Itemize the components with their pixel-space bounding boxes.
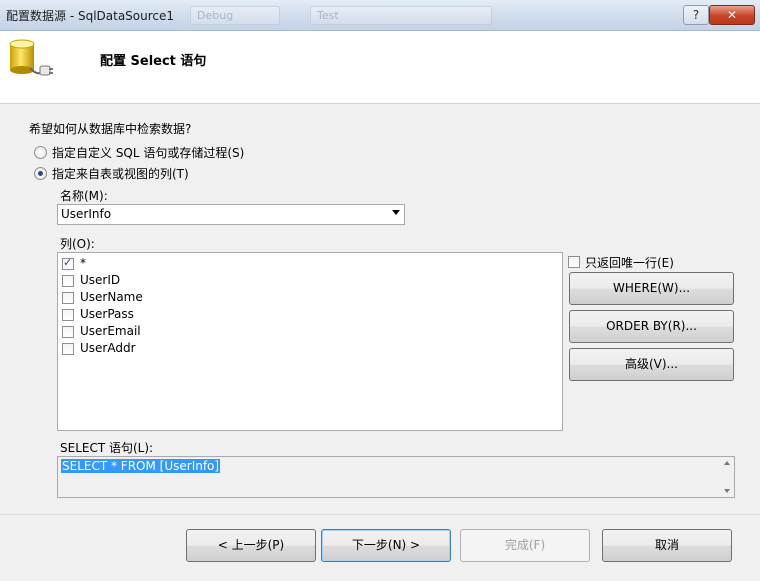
column-checkbox[interactable] <box>62 275 74 287</box>
previous-button[interactable]: < 上一步(P) <box>186 529 316 562</box>
help-button[interactable]: ? <box>683 5 709 25</box>
scroll-down-icon[interactable] <box>724 489 730 493</box>
radio-button[interactable] <box>34 146 47 159</box>
next-button[interactable]: 下一步(N) > <box>321 529 451 562</box>
order-by-button[interactable]: ORDER BY(R)... <box>569 310 734 343</box>
scroll-up-icon[interactable] <box>724 461 730 465</box>
select-statement-label: SELECT 语句(L): <box>60 441 154 455</box>
columns-label: 列(O): <box>60 237 95 251</box>
finish-button-label: 完成(F) <box>504 538 546 552</box>
unique-rows-option[interactable]: 只返回唯一行(E) <box>568 254 688 270</box>
radio-table-columns-label: 指定来自表或视图的列(T) <box>52 167 189 181</box>
table-name-dropdown[interactable]: UserInfo <box>57 204 405 225</box>
columns-list[interactable]: * UserID UserName UserPass UserEmail Use… <box>57 252 563 431</box>
retrieval-question: 希望如何从数据库中检索数据? <box>29 122 192 136</box>
name-label: 名称(M): <box>60 189 108 203</box>
cancel-button[interactable]: 取消 <box>602 529 732 562</box>
radio-table-columns[interactable]: 指定来自表或视图的列(T) <box>34 165 254 181</box>
behind-toolbar-icons <box>500 6 670 23</box>
database-icon <box>9 39 53 76</box>
close-button[interactable]: ✕ <box>709 5 755 25</box>
column-name: UserPass <box>80 307 134 321</box>
unique-rows-checkbox[interactable] <box>568 256 580 268</box>
wizard-footer: < 上一步(P) 下一步(N) > 完成(F) 取消 <box>0 514 760 581</box>
select-statement-textbox[interactable]: SELECT * FROM [UserInfo] <box>57 456 735 498</box>
radio-custom-sql-label: 指定自定义 SQL 语句或存储过程(S) <box>52 146 245 160</box>
wizard-body: 希望如何从数据库中检索数据? 指定自定义 SQL 语句或存储过程(S) 指定来自… <box>0 104 760 514</box>
column-name: UserAddr <box>80 341 136 355</box>
help-icon: ? <box>692 8 700 22</box>
close-icon: ✕ <box>726 8 738 22</box>
wizard-header: 配置 Select 语句 <box>0 31 760 104</box>
radio-custom-sql[interactable]: 指定自定义 SQL 语句或存储过程(S) <box>34 144 294 160</box>
where-button-label: WHERE(W)... <box>612 281 691 295</box>
advanced-button-label: 高级(V)... <box>624 357 679 371</box>
column-name: * <box>80 256 86 270</box>
behind-toolbar-combo: Debug <box>190 6 280 25</box>
next-button-label: 下一步(N) > <box>351 538 421 552</box>
unique-rows-label: 只返回唯一行(E) <box>585 256 674 270</box>
cancel-button-label: 取消 <box>654 538 679 552</box>
page-title: 配置 Select 语句 <box>100 54 207 69</box>
column-checkbox[interactable] <box>62 326 74 338</box>
chevron-down-icon <box>392 210 400 215</box>
behind-toolbar-text: Debug <box>197 9 234 22</box>
column-checkbox[interactable] <box>62 292 74 304</box>
select-statement-text: SELECT * FROM [UserInfo] <box>61 459 221 473</box>
where-button[interactable]: WHERE(W)... <box>569 272 734 305</box>
column-name: UserEmail <box>80 324 141 338</box>
window-title: 配置数据源 - SqlDataSource1 <box>6 9 175 23</box>
previous-button-label: < 上一步(P) <box>217 538 285 552</box>
column-checkbox[interactable] <box>62 309 74 321</box>
column-checkbox[interactable] <box>62 343 74 355</box>
column-name: UserName <box>80 290 143 304</box>
table-name-value: UserInfo <box>61 207 112 221</box>
column-name: UserID <box>80 273 121 287</box>
finish-button[interactable]: 完成(F) <box>460 529 590 562</box>
column-checkbox[interactable] <box>62 256 74 270</box>
advanced-button[interactable]: 高级(V)... <box>569 348 734 381</box>
order-by-button-label: ORDER BY(R)... <box>606 319 697 333</box>
behind-toolbar-text: Test <box>317 9 339 22</box>
behind-toolbar-combo: Test <box>310 6 492 25</box>
title-bar: 配置数据源 - SqlDataSource1 Debug Test ? ✕ <box>0 0 760 31</box>
radio-button[interactable] <box>34 167 47 180</box>
